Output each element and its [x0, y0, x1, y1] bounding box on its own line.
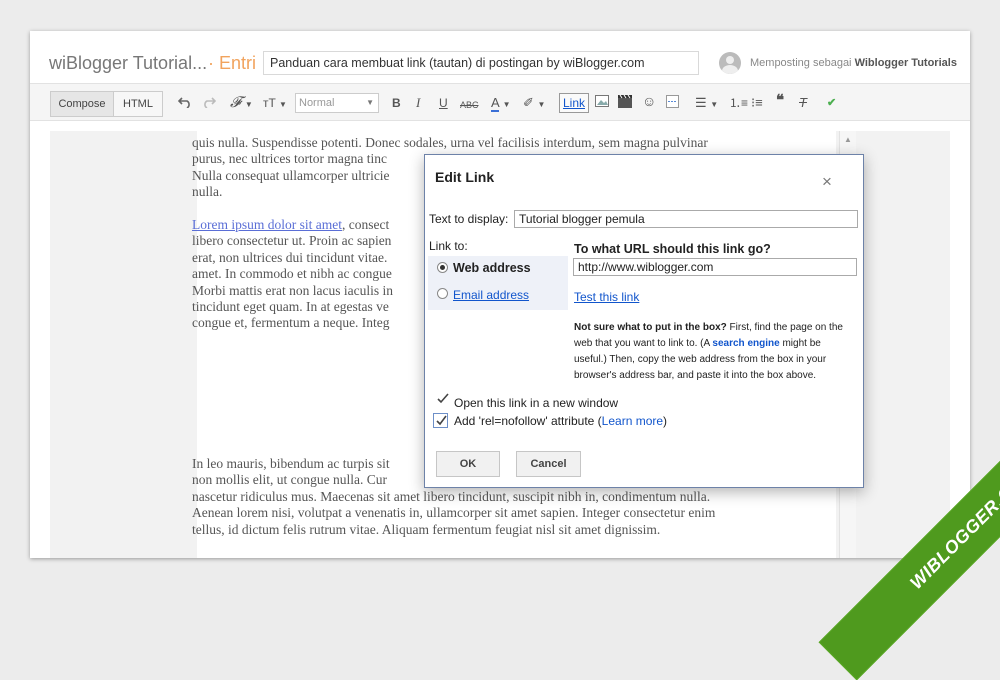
posting-prefix: Memposting sebagai — [750, 57, 852, 69]
image-icon[interactable] — [595, 95, 609, 110]
help-text: Not sure what to put in the box? First, … — [574, 320, 854, 384]
format-select-value: Normal — [299, 97, 335, 109]
help-bold: Not sure what to put in the box? — [574, 322, 727, 333]
underline-icon[interactable]: U — [439, 96, 448, 110]
compose-mode-button[interactable]: Compose — [50, 91, 114, 117]
checkmark-icon — [437, 393, 449, 404]
italic-icon[interactable]: I — [416, 96, 420, 110]
editor-toolbar: Compose HTML 𝓕 ▼ ᴛT ▼ Normal ▼ B I U ABC … — [30, 83, 970, 121]
open-new-window-label: Open this link in a new window — [454, 396, 619, 410]
post-title-input[interactable] — [263, 51, 699, 75]
ok-button[interactable]: OK — [436, 451, 500, 477]
format-select[interactable]: Normal ▼ — [295, 93, 379, 113]
link-button[interactable]: Link — [559, 93, 589, 113]
redo-icon[interactable] — [202, 96, 217, 111]
text-fragment: , consect — [341, 217, 390, 232]
nofollow-prefix: Add 'rel=nofollow' attribute ( — [454, 414, 602, 428]
highlight-icon[interactable]: ✐ ▼ — [523, 96, 545, 112]
posting-as: Memposting sebagai Wiblogger Tutorials — [750, 57, 957, 69]
checkmark-icon — [436, 415, 447, 426]
text-color-icon[interactable]: A ▼ — [491, 95, 511, 112]
text-line: tellus, id dictum felis rutrum vitae. Al… — [192, 521, 661, 537]
test-link[interactable]: Test this link — [574, 290, 639, 304]
html-mode-button[interactable]: HTML — [113, 91, 163, 117]
emoji-icon[interactable]: ☺ — [642, 94, 656, 108]
text-to-display-label: Text to display: — [429, 212, 509, 226]
url-question: To what URL should this link go? — [574, 242, 771, 256]
strikethrough-icon[interactable]: ABC — [460, 98, 479, 112]
text-line: nascetur ridiculus mus. Maecenas sit ame… — [192, 488, 711, 504]
web-address-radio[interactable] — [437, 262, 448, 273]
align-icon[interactable]: ☰ ▼ — [695, 96, 718, 112]
blog-name[interactable]: wiBlogger Tutorial... — [49, 53, 207, 74]
quote-icon[interactable]: ❝ — [776, 93, 784, 108]
email-address-radio[interactable] — [437, 288, 448, 299]
editor-header: wiBlogger Tutorial... · Entri Memposting… — [30, 31, 970, 83]
chevron-down-icon: ▼ — [366, 98, 374, 107]
selected-link[interactable]: Lorem ipsum dolor sit amet — [192, 217, 342, 232]
posting-user: Wiblogger Tutorials — [854, 57, 957, 69]
web-address-label[interactable]: Web address — [453, 261, 531, 275]
spellcheck-icon[interactable]: ✔ — [827, 96, 836, 110]
close-icon[interactable]: × — [822, 173, 832, 190]
numbered-list-icon[interactable]: ⒈≡ — [729, 96, 748, 110]
avatar — [719, 52, 741, 74]
learn-more-link[interactable]: Learn more — [602, 414, 663, 428]
clear-format-icon[interactable]: T — [799, 96, 807, 110]
cancel-button[interactable]: Cancel — [516, 451, 581, 477]
link-to-label: Link to: — [429, 239, 468, 253]
email-address-link[interactable]: Email address — [453, 288, 529, 302]
text-to-display-input[interactable] — [514, 210, 858, 228]
font-size-icon[interactable]: ᴛT ▼ — [263, 96, 287, 112]
open-new-window-checkbox[interactable] — [435, 392, 450, 407]
font-family-icon[interactable]: 𝓕 ▼ — [230, 96, 253, 112]
search-engine-link[interactable]: search engine — [712, 338, 779, 349]
text-line: Aenean lorem nisi, volutpat a venenatis … — [192, 505, 716, 521]
nofollow-suffix: ) — [663, 414, 668, 428]
url-input[interactable] — [573, 258, 857, 276]
undo-icon[interactable] — [177, 96, 192, 111]
nofollow-label: Add 'rel=nofollow' attribute (Learn more… — [454, 414, 667, 428]
text-line: quis nulla. Suspendisse potenti. Donec s… — [192, 135, 708, 150]
dialog-title: Edit Link — [435, 169, 495, 185]
bullet-list-icon[interactable]: ⁝≡ — [751, 96, 763, 110]
bold-icon[interactable]: B — [392, 96, 401, 110]
scroll-up-icon[interactable]: ▲ — [844, 135, 852, 144]
entry-label: · Entri — [208, 53, 257, 73]
edit-link-dialog: Edit Link × Text to display: Link to: We… — [424, 154, 864, 488]
jump-break-icon[interactable] — [666, 95, 679, 111]
nofollow-checkbox[interactable] — [433, 413, 448, 428]
video-icon[interactable] — [618, 94, 632, 111]
